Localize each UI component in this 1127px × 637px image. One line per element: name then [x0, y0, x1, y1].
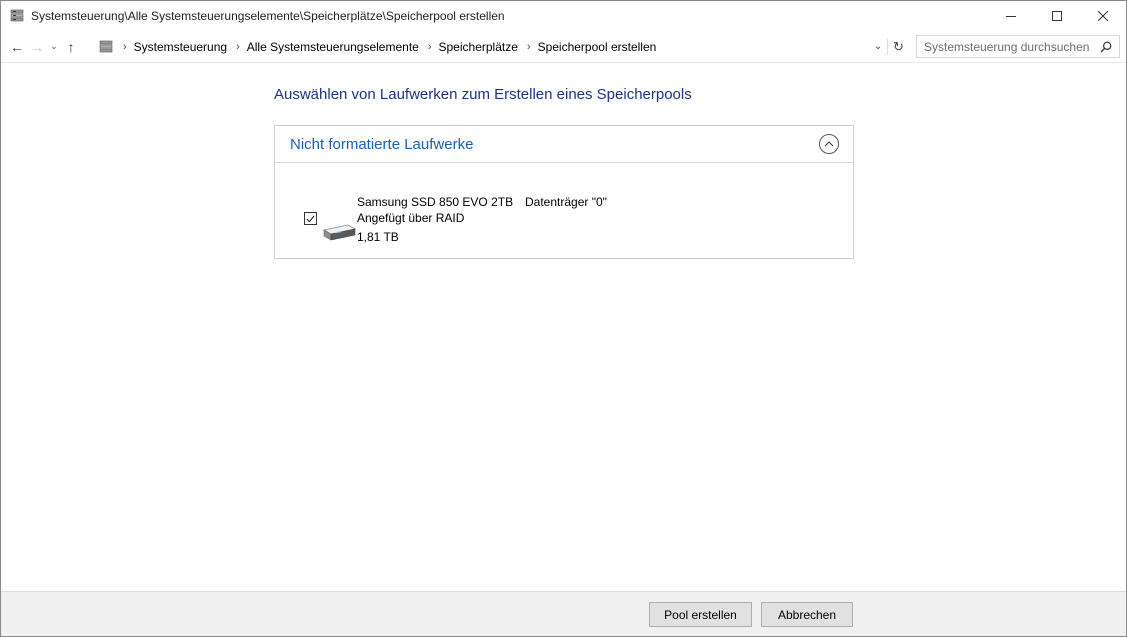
recent-locations-button[interactable]: ⌄ — [47, 35, 61, 59]
chevron-right-icon[interactable]: › — [428, 41, 432, 53]
group-header: Nicht formatierte Laufwerke — [275, 126, 853, 163]
window-title: Systemsteuerung\Alle Systemsteuerungsele… — [31, 9, 505, 23]
back-button[interactable]: ← — [7, 35, 27, 59]
breadcrumb-alle-elemente[interactable]: Alle Systemsteuerungselemente — [247, 40, 419, 54]
drive-checkbox[interactable] — [304, 212, 317, 225]
search-box[interactable] — [916, 35, 1120, 58]
close-button[interactable] — [1080, 1, 1126, 31]
chevron-right-icon: › — [123, 40, 127, 53]
navigation-bar: ← → ⌄ ↑ › Systemsteuerung › Alle Systems… — [1, 31, 1126, 63]
search-input[interactable] — [924, 39, 1094, 54]
chevron-right-icon[interactable]: › — [527, 41, 531, 53]
minimize-button[interactable] — [988, 1, 1034, 31]
chevron-down-icon: ⌄ — [50, 41, 58, 51]
footer-bar: Pool erstellen Abbrechen — [1, 591, 1126, 636]
title-bar: Systemsteuerung\Alle Systemsteuerungsele… — [1, 1, 1126, 31]
collapse-button[interactable] — [819, 134, 839, 154]
maximize-button[interactable] — [1034, 1, 1080, 31]
forward-button[interactable]: → — [27, 35, 47, 59]
up-arrow-icon: ↑ — [67, 38, 75, 55]
address-actions: ⌄ ↻ — [871, 36, 909, 57]
drive-disk-number: Datenträger "0" — [525, 195, 607, 209]
drive-connection: Angefügt über RAID — [357, 211, 465, 225]
checkmark-icon — [306, 214, 315, 222]
search-icon[interactable] — [1099, 40, 1113, 54]
forward-arrow-icon: → — [30, 38, 44, 55]
maximize-icon — [1052, 11, 1062, 21]
close-icon — [1098, 11, 1108, 21]
window-controls — [988, 1, 1126, 31]
window: Systemsteuerung\Alle Systemsteuerungsele… — [0, 0, 1127, 637]
breadcrumb-speicherpool-erstellen[interactable]: Speicherpool erstellen — [538, 40, 657, 54]
unformatted-drives-group: Nicht formatierte Laufwerke Samsung SSD … — [274, 125, 854, 259]
cancel-button[interactable]: Abbrechen — [761, 602, 853, 627]
minimize-icon — [1006, 16, 1016, 17]
storage-spaces-icon — [9, 8, 25, 24]
main-content: Auswählen von Laufwerken zum Erstellen e… — [1, 64, 1126, 591]
drive-list-item: Samsung SSD 850 EVO 2TB Angefügt über RA… — [275, 163, 853, 258]
address-history-button[interactable]: ⌄ — [871, 41, 885, 52]
group-title: Nicht formatierte Laufwerke — [290, 136, 474, 153]
create-pool-button[interactable]: Pool erstellen — [649, 602, 752, 627]
page-title: Auswählen von Laufwerken zum Erstellen e… — [274, 86, 692, 103]
back-arrow-icon: ← — [10, 38, 24, 55]
address-bar[interactable]: › Systemsteuerung › Alle Systemsteuerung… — [96, 35, 910, 58]
control-panel-icon — [97, 38, 115, 56]
chevron-up-icon — [824, 141, 834, 147]
breadcrumb-speicherplaetze[interactable]: Speicherplätze — [439, 40, 518, 54]
hard-drive-icon — [322, 224, 356, 241]
breadcrumb-systemsteuerung[interactable]: Systemsteuerung — [134, 40, 227, 54]
chevron-right-icon[interactable]: › — [236, 41, 240, 53]
drive-name: Samsung SSD 850 EVO 2TB — [357, 195, 514, 209]
refresh-icon[interactable]: ↻ — [887, 38, 909, 55]
up-button[interactable]: ↑ — [61, 35, 81, 59]
drive-size: 1,81 TB — [357, 230, 399, 244]
